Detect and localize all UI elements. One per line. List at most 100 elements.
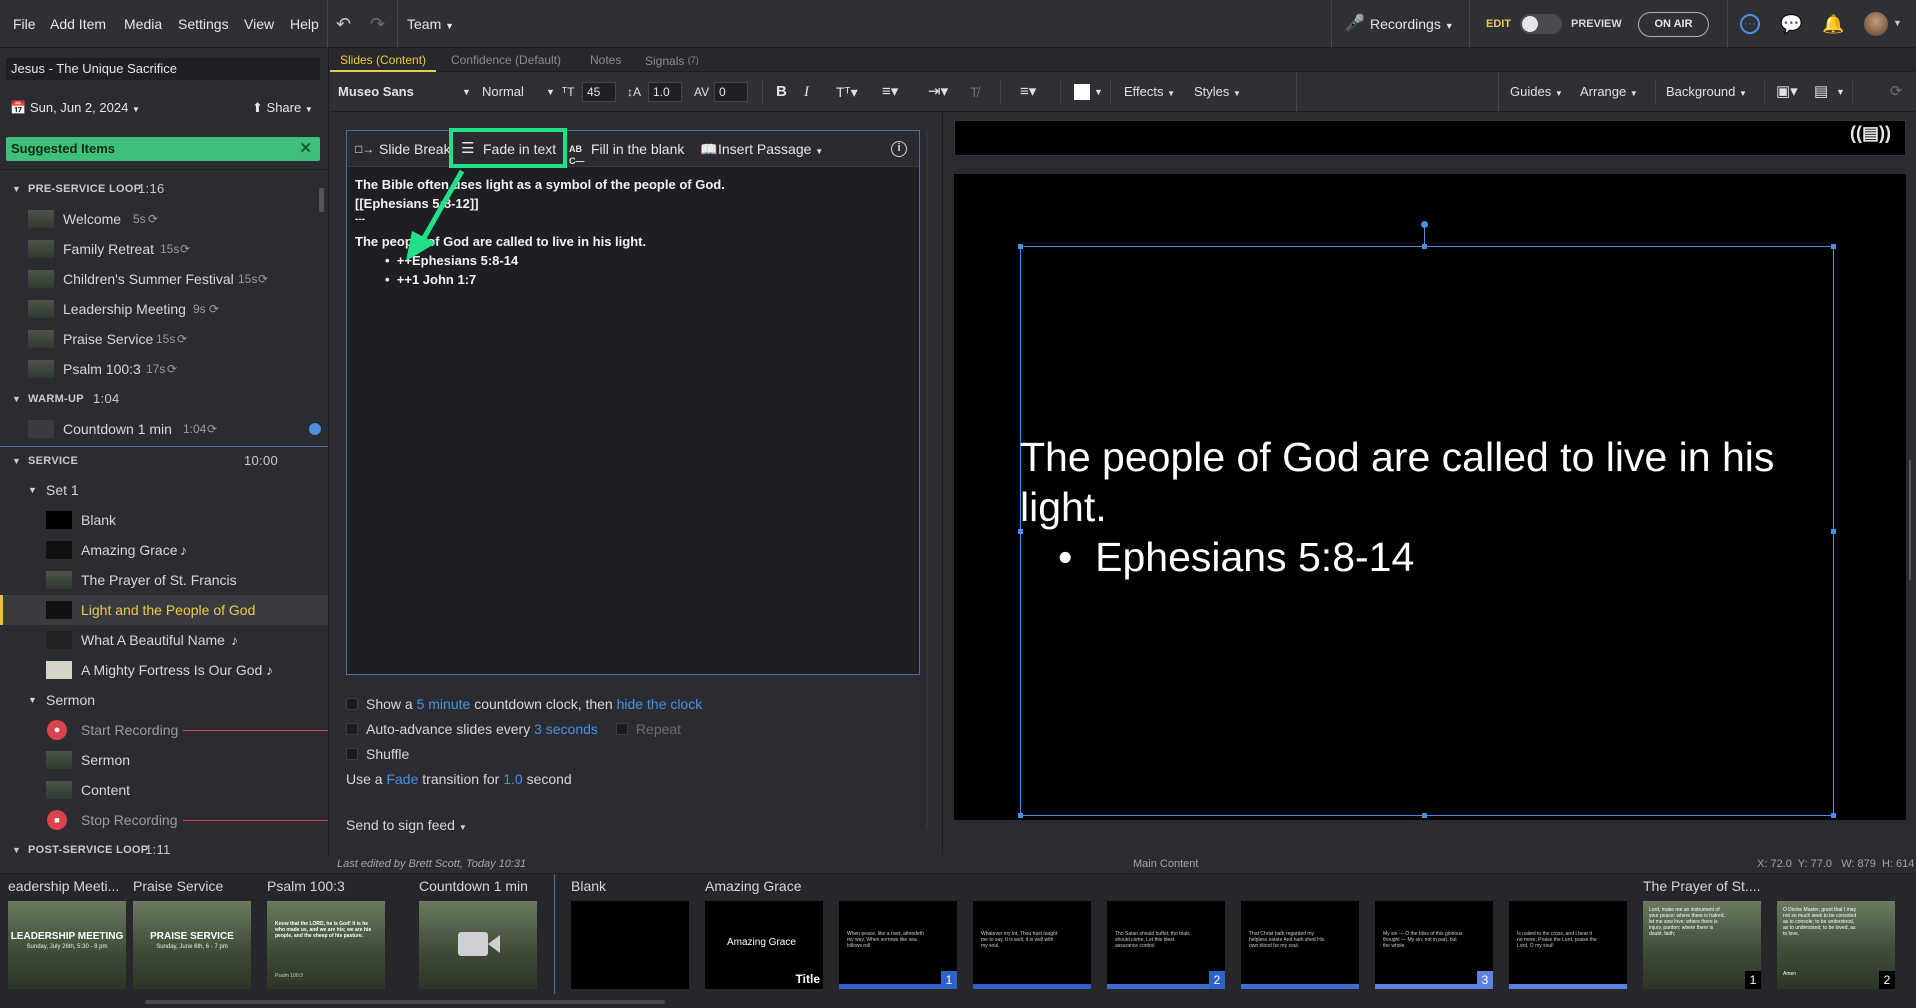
shuffle-option[interactable]: Shuffle [346,746,409,762]
effects-menu[interactable]: Effects ▼ [1124,72,1175,112]
tab-slides-content[interactable]: Slides (Content) [330,48,437,72]
chat-icon[interactable]: 💬 [1780,0,1802,48]
set-header[interactable]: ▼ Set 1 [0,475,328,505]
filmstrip-slide[interactable]: That Christ hath regarded my helpless es… [1241,901,1359,989]
transition-duration-link[interactable]: 1.0 [503,771,522,787]
recordings-menu[interactable]: Recordings ▼ [1370,0,1454,48]
list-item[interactable]: The Prayer of St. Francis [0,565,328,595]
section-warm-up[interactable]: ▼ WARM-UP 1:04 [0,384,328,414]
guides-menu[interactable]: Guides ▼ [1510,72,1563,112]
team-menu[interactable]: Team ▼ [407,0,454,48]
resize-handle[interactable] [1422,244,1427,249]
filmstrip-slide[interactable]: Lord, make me an instrument of your peac… [1643,901,1761,989]
filmstrip-slide[interactable]: When peace, like a river, attendeth my w… [839,901,957,989]
text-transform-icon[interactable]: Tᵀ▾ [836,72,858,112]
bell-icon[interactable]: 🔔 [1822,0,1844,48]
arrange-menu[interactable]: Arrange ▼ [1580,72,1638,112]
list-item[interactable]: Content [0,775,328,805]
list-item[interactable]: ■ Stop Recording [0,805,328,835]
text-color-swatch[interactable] [1074,84,1090,100]
font-size-input[interactable]: 45 [582,82,616,102]
filmstrip-slide[interactable]: Is nailed to the cross, and I bear it no… [1509,901,1627,989]
menu-add-item[interactable]: Add Item [50,0,106,48]
chevron-down-icon[interactable]: ▼ [1836,72,1845,112]
resize-handle[interactable] [1018,813,1023,818]
preview-scrollbar[interactable] [1909,460,1911,580]
section-pre-service-loop[interactable]: ▼ PRE-SERVICE LOOP 1:16 [0,174,328,204]
menu-media[interactable]: Media [124,0,162,48]
insert-passage-button[interactable]: Insert Passage ▼ [718,131,823,167]
editor-scrollbar[interactable] [926,130,928,830]
refresh-icon[interactable]: ⟳ [1890,72,1903,112]
send-to-sign-feed[interactable]: Send to sign feed ▼ [346,817,467,833]
list-item[interactable]: Family Retreat 15s ⟳ [0,234,328,264]
rotate-handle[interactable] [1421,221,1428,228]
menu-help[interactable]: Help [290,0,319,48]
styles-menu[interactable]: Styles ▼ [1194,72,1241,112]
checkbox[interactable] [346,723,358,735]
chevron-down-icon[interactable]: ▼ [546,72,555,112]
indent-icon[interactable]: ⇥▾ [928,72,948,112]
on-air-button[interactable]: ON AIR [1638,12,1709,37]
letter-spacing-input[interactable]: 0 [714,82,748,102]
filmstrip-slide[interactable]: Amazing Grace Title [705,901,823,989]
section-service[interactable]: ▼ SERVICE 10:00 [0,446,328,476]
filmstrip-slide[interactable]: Know that the LORD, he is God! It is he … [267,901,385,989]
avatar[interactable] [1864,12,1888,36]
menu-file[interactable]: File [13,0,36,48]
sidebar-scrollbar[interactable] [319,188,324,212]
play-icon[interactable] [309,423,321,435]
list-icon[interactable]: ≡▾ [882,72,898,112]
tab-signals[interactable]: Signals (7) [645,48,699,72]
list-item[interactable]: Blank [0,505,328,535]
fill-in-blank-button[interactable]: Fill in the blank [591,131,684,167]
list-item[interactable]: Sermon [0,745,328,775]
menu-settings[interactable]: Settings [178,0,229,48]
slide-preview[interactable]: The people of God are called to live in … [954,174,1906,820]
font-weight-select[interactable]: Normal [482,72,524,112]
bold-icon[interactable]: B [776,72,787,112]
filmstrip-scrollbar[interactable] [145,1000,665,1004]
more-icon[interactable]: ··· [1740,14,1760,34]
countdown-option[interactable]: Show a 5 minute countdown clock, then hi… [346,696,702,712]
list-item[interactable]: What A Beautiful Name ♪ [0,625,328,655]
text-box-icon[interactable]: ▣▾ [1776,72,1798,112]
filmstrip-slide[interactable]: PRAISE SERVICE Sunday, June 6th, 6 - 7 p… [133,901,251,989]
filmstrip-slide[interactable]: O Divine Master, grant that I may not so… [1777,901,1895,989]
list-item-selected[interactable]: Light and the People of God [0,595,328,625]
filmstrip-slide[interactable]: Whatever my lot, Thou hast taught me to … [973,901,1091,989]
list-item[interactable]: Leadership Meeting 9s ⟳ [0,294,328,324]
tab-confidence[interactable]: Confidence (Default) [451,48,561,72]
clear-format-icon[interactable]: T̸ [970,72,979,112]
list-item[interactable]: Welcome 5s ⟳ [0,204,328,234]
chevron-down-icon[interactable]: ▼ [1094,72,1103,112]
advance-interval-link[interactable]: 3 seconds [534,721,598,737]
slide-break-button[interactable]: Slide Break [379,131,451,167]
resize-handle[interactable] [1018,244,1023,249]
undo-icon[interactable]: ↶ [336,0,351,48]
info-icon[interactable]: i [891,141,907,157]
countdown-duration-link[interactable]: 5 minute [417,696,471,712]
list-item[interactable]: ● Start Recording [0,715,328,745]
plan-title[interactable]: Jesus - The Unique Sacrifice [6,58,320,80]
auto-advance-option[interactable]: Auto-advance slides every 3 seconds Repea… [346,721,681,737]
list-item[interactable]: Praise Service 15s ⟳ [0,324,328,354]
line-height-input[interactable]: 1.0 [648,82,682,102]
plan-date[interactable]: Sun, Jun 2, 2024 ▼ [30,100,140,115]
align-icon[interactable]: ≡▾ [1020,72,1036,112]
checkbox[interactable] [346,748,358,760]
suggested-items-banner[interactable]: Suggested Items ✕ [6,137,320,161]
close-icon[interactable]: ✕ [299,137,312,161]
redo-icon[interactable]: ↷ [370,0,385,48]
background-menu[interactable]: Background ▼ [1666,72,1747,112]
chevron-down-icon[interactable]: ▼ [462,72,471,112]
filmstrip-slide[interactable]: Tho Satan should buffet, tho trials shou… [1107,901,1225,989]
menu-view[interactable]: View [244,0,274,48]
filmstrip-slide[interactable]: My sin — O the bliss of this glorious th… [1375,901,1493,989]
resize-handle[interactable] [1422,813,1427,818]
filmstrip-slide[interactable]: LEADERSHIP MEETING Sunday, July 26th, 5:… [8,901,126,989]
transition-type-link[interactable]: Fade [386,771,418,787]
list-item[interactable]: Psalm 100:3 17s ⟳ [0,354,328,384]
edit-preview-toggle[interactable] [1520,14,1562,34]
checkbox[interactable] [346,698,358,710]
